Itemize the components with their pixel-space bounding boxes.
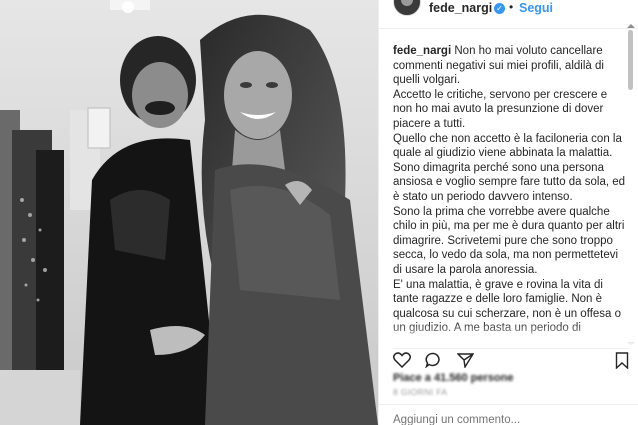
follow-button[interactable]: Segui [519, 1, 553, 15]
bookmark-icon[interactable] [615, 352, 629, 369]
post-date[interactable]: 8 GIORNI FA [393, 387, 447, 397]
avatar[interactable] [393, 0, 421, 16]
verified-badge-icon: ✓ [494, 3, 505, 14]
comment-input[interactable] [393, 414, 613, 425]
separator-dot: • [509, 0, 514, 14]
comment-icon[interactable] [425, 352, 442, 368]
caption-paragraph: Quello che non accetto è la faciloneria … [393, 132, 622, 160]
caption-username-link[interactable]: fede_nargi [393, 45, 451, 57]
caption-paragraph: Accetto le critiche, servono per crescer… [393, 88, 608, 130]
likes-count[interactable]: Piace a 41.560 persone [393, 372, 513, 384]
post-header: fede_nargi ✓ • Segui [379, 0, 638, 24]
share-icon[interactable] [456, 352, 474, 368]
scroll-up-arrow-icon[interactable] [627, 24, 635, 28]
username-link[interactable]: fede_nargi [429, 1, 492, 15]
heart-icon[interactable] [393, 352, 411, 368]
comments-scrollbar[interactable] [627, 24, 635, 348]
actions-divider [393, 348, 629, 349]
caption-paragraph: Sono la prima che vorrebbe avere qualche… [393, 205, 625, 276]
header-divider [379, 28, 638, 29]
photo-illustration [0, 0, 378, 425]
post-sidebar: fede_nargi ✓ • Segui fede_nargi Non ho m… [378, 0, 638, 425]
scroll-thumb[interactable] [628, 30, 633, 90]
action-bar [393, 352, 484, 370]
caption-paragraph: Sono dimagrita perché sono una persona a… [393, 161, 626, 203]
caption-paragraph: fede_nargi Non ho mai voluto cancellare … [393, 44, 629, 88]
caption: fede_nargi Non ho mai voluto cancellare … [393, 44, 629, 336]
post-photo[interactable] [0, 0, 378, 425]
comment-divider [379, 404, 638, 405]
